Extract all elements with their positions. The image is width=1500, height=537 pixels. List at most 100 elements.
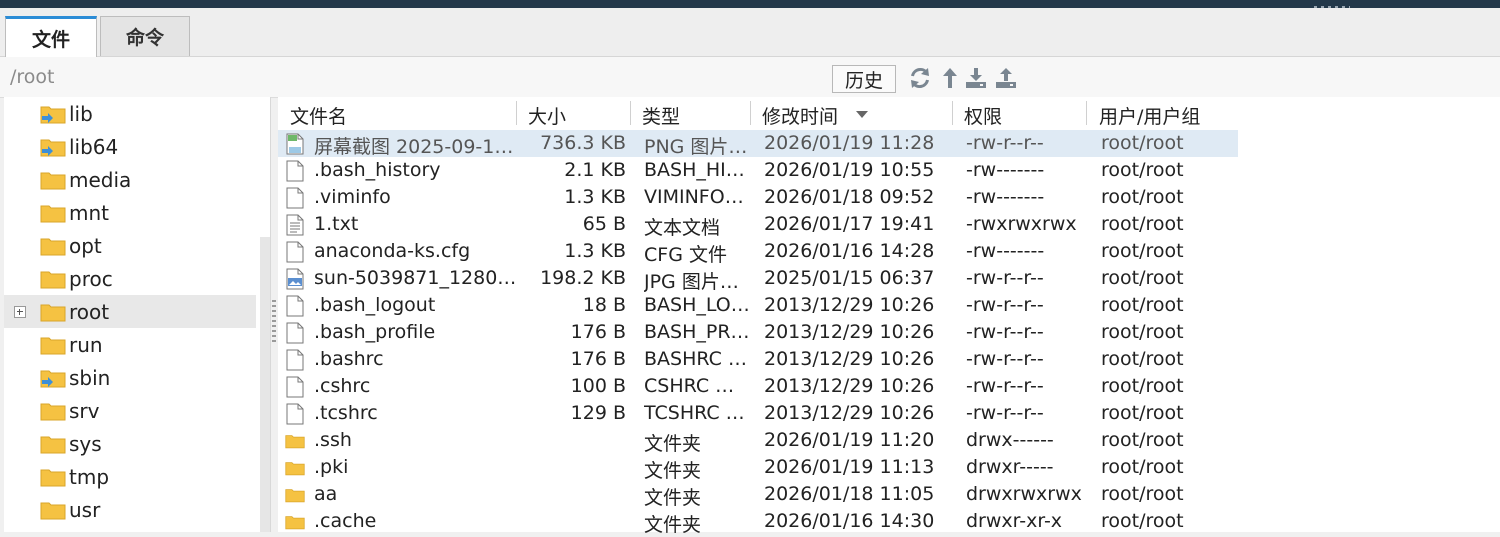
file-size: 198.2 KB (540, 267, 626, 289)
file-list-header: 文件名 大小 类型 修改时间 权限 用户/用户组 (278, 97, 1500, 129)
file-row[interactable]: 1.txt 65 B 文本文档 2026/01/17 19:41 -rwxrwxrwx r… (278, 211, 1238, 239)
tree-item-opt[interactable]: opt (4, 229, 256, 262)
upload-icon[interactable] (994, 66, 1018, 90)
file-name: .ssh (314, 429, 352, 451)
file-permissions: -rw-r--r-- (966, 321, 1044, 343)
file-owner: root/root (1101, 186, 1184, 208)
up-arrow-icon[interactable] (938, 66, 962, 90)
file-type: CFG 文件 (644, 244, 727, 266)
file-row[interactable]: anaconda-ks.cfg 1.3 KB CFG 文件 2026/01/16 14… (278, 238, 1238, 266)
window-top-bar (0, 0, 1500, 9)
tree-scrollbar[interactable] (260, 237, 270, 532)
tree-item-media[interactable]: media (4, 163, 256, 196)
tree-item-label: sbin (69, 365, 111, 390)
path-bar: 历史 (0, 57, 1500, 98)
column-header-size[interactable]: 大小 (528, 102, 566, 129)
download-icon[interactable] (964, 66, 988, 90)
folder-icon (40, 337, 66, 355)
folder-icon (285, 516, 305, 530)
tree-item-lib[interactable]: lib (4, 97, 256, 130)
file-row[interactable]: .bash_history 2.1 KB BASH_HI… 2026/01/19 10… (278, 157, 1238, 184)
file-modified-time: 2013/12/29 10:26 (764, 294, 935, 316)
file-name: .cache (314, 510, 377, 532)
file-owner: root/root (1101, 132, 1184, 154)
file-row[interactable]: .bashrc 176 B BASHRC … 2013/12/29 10:26 -rw-… (278, 346, 1238, 373)
column-header-name[interactable]: 文件名 (290, 102, 347, 129)
file-permissions: -rw-r--r-- (966, 132, 1044, 154)
tree-item-srv[interactable]: srv (4, 394, 256, 427)
file-modified-time: 2025/01/15 06:37 (764, 267, 935, 289)
file-row[interactable]: .tcshrc 129 B TCSHRC … 2013/12/29 10:26 -rw-… (278, 400, 1238, 427)
tree-item-sys[interactable]: sys (4, 427, 256, 460)
path-input[interactable] (4, 63, 836, 91)
file-row[interactable]: .pki 文件夹 2026/01/19 11:13 drwxr----- root/ro… (278, 454, 1238, 482)
file-icon (286, 376, 304, 398)
column-header-owner[interactable]: 用户/用户组 (1099, 102, 1200, 129)
tree-item-label: tmp (69, 464, 110, 489)
file-permissions: drwx------ (966, 429, 1054, 451)
column-header-mtime[interactable]: 修改时间 (762, 102, 838, 129)
file-type: CSHRC … (644, 375, 735, 397)
folder-icon (40, 271, 66, 289)
file-row[interactable]: sun-5039871_1280… 198.2 KB JPG 图片… 2025/01/… (278, 265, 1238, 293)
file-icon (286, 295, 304, 317)
column-divider[interactable] (630, 101, 631, 125)
file-type: VIMINFO… (644, 186, 744, 208)
column-divider[interactable] (1086, 101, 1087, 125)
file-owner: root/root (1101, 240, 1184, 262)
tree-item-run[interactable]: run (4, 328, 256, 361)
file-row[interactable]: .ssh 文件夹 2026/01/19 11:20 drwx------ root/ro… (278, 427, 1238, 455)
tree-item-proc[interactable]: proc (4, 262, 256, 295)
tree-item-mnt[interactable]: mnt (4, 196, 256, 229)
column-divider[interactable] (516, 101, 517, 125)
file-name: .tcshrc (314, 402, 378, 424)
tree-item-label: opt (69, 233, 102, 258)
file-row[interactable]: .viminfo 1.3 KB VIMINFO… 2026/01/18 09:52 -r… (278, 184, 1238, 211)
file-row[interactable]: .bash_profile 176 B BASH_PR… 2013/12/29 10:… (278, 319, 1238, 346)
file-modified-time: 2013/12/29 10:26 (764, 348, 935, 370)
file-modified-time: 2026/01/17 19:41 (764, 213, 935, 235)
column-divider[interactable] (750, 101, 751, 125)
file-type: JPG 图片… (644, 271, 739, 293)
tree-item-tmp[interactable]: tmp (4, 460, 256, 493)
tree-item-usr[interactable]: usr (4, 493, 256, 526)
file-icon (286, 187, 304, 209)
file-modified-time: 2013/12/29 10:26 (764, 321, 935, 343)
folder-icon (40, 469, 66, 487)
file-type: TCSHRC … (644, 402, 745, 424)
file-row[interactable]: .cshrc 100 B CSHRC … 2013/12/29 10:26 -rw-r-… (278, 373, 1238, 400)
file-name: .pki (314, 456, 349, 478)
sort-descending-icon[interactable] (856, 111, 868, 118)
file-owner: root/root (1101, 159, 1184, 181)
tree-item-label: media (69, 167, 132, 192)
tab-files[interactable]: 文件 (5, 16, 97, 57)
tree-item-label: lib (69, 101, 93, 126)
text-file-icon (286, 214, 304, 236)
file-owner: root/root (1101, 375, 1184, 397)
refresh-icon[interactable] (908, 66, 932, 90)
file-row[interactable]: 屏幕截图 2025-09-1… 736.3 KB PNG 图片… 2026/01/19… (278, 130, 1238, 158)
tree-item-lib64[interactable]: lib64 (4, 130, 256, 163)
file-row[interactable]: .bash_logout 18 B BASH_LO… 2013/12/29 10:26… (278, 292, 1238, 319)
file-row[interactable]: aa 文件夹 2026/01/18 11:05 drwxrwxrwx root/root (278, 481, 1238, 509)
file-permissions: drwxrwxrwx (966, 483, 1082, 505)
column-header-type[interactable]: 类型 (642, 102, 680, 129)
tree-item-sbin[interactable]: sbin (4, 361, 256, 394)
pane-splitter[interactable] (272, 300, 276, 345)
expand-icon[interactable] (14, 305, 26, 318)
history-button[interactable]: 历史 (832, 65, 896, 93)
tree-item-label: mnt (69, 200, 109, 225)
jpg-file-icon (286, 268, 304, 290)
file-permissions: -rw------- (966, 186, 1045, 208)
tree-item-root[interactable]: root (4, 295, 256, 328)
file-row[interactable]: .cache 文件夹 2026/01/16 14:30 drwxr-xr-x root/… (278, 508, 1238, 536)
column-header-permissions[interactable]: 权限 (964, 102, 1002, 129)
file-owner: root/root (1101, 294, 1184, 316)
file-type: 文件夹 (644, 487, 702, 509)
file-type: 文件夹 (644, 433, 702, 455)
tab-commands[interactable]: 命令 (100, 16, 190, 56)
column-divider[interactable] (952, 101, 953, 125)
file-name: 屏幕截图 2025-09-1… (314, 136, 514, 158)
file-size: 176 B (570, 348, 626, 370)
file-permissions: -rw-r--r-- (966, 375, 1044, 397)
